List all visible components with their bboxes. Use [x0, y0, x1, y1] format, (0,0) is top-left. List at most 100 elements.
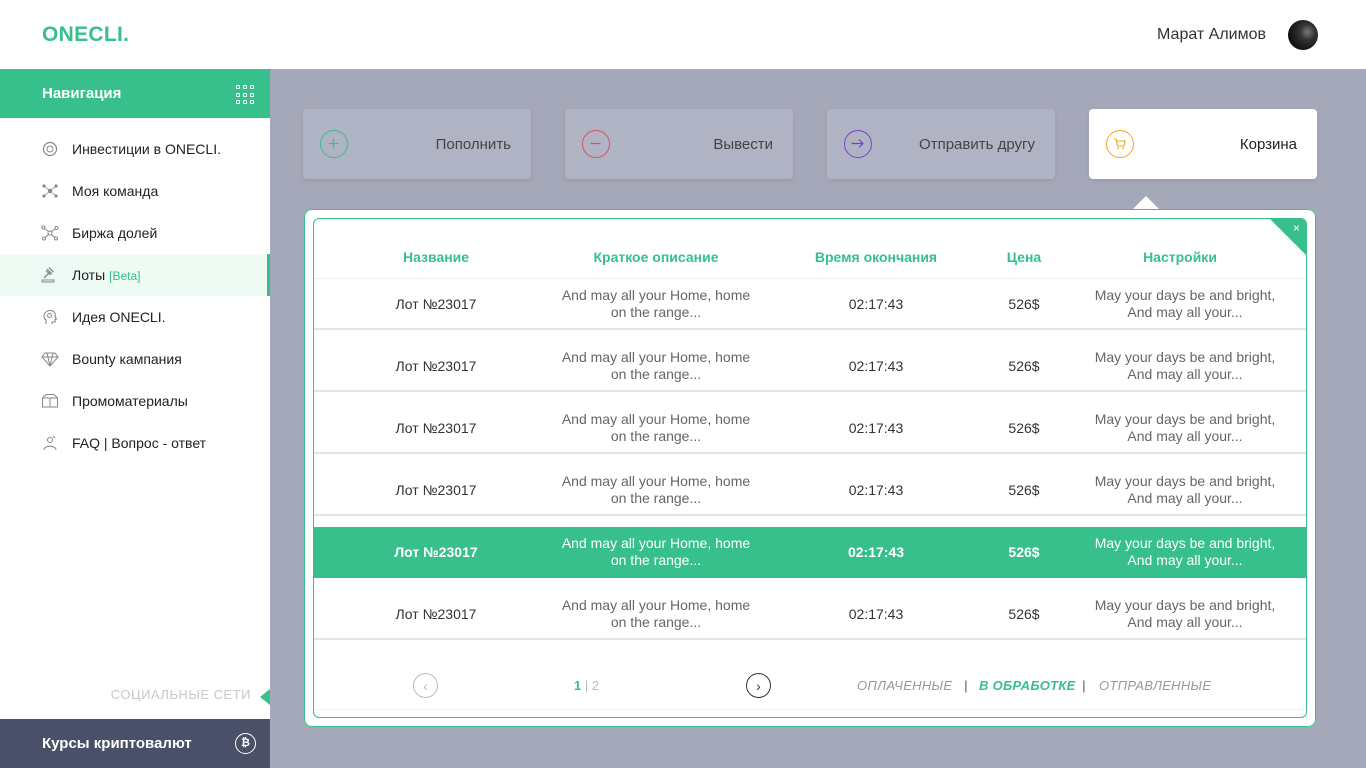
minus-icon [582, 130, 610, 158]
send-friend-label: Отправить другу [919, 136, 1035, 153]
table-row[interactable]: Лот №23017 And may all your Home, home o… [314, 465, 1306, 516]
sidebar-item-faq[interactable]: FAQ | Вопрос - ответ [0, 422, 270, 464]
lot-name: Лот №23017 [395, 295, 477, 312]
sidebar-item-label: Инвестиции в ONECLI. [72, 141, 221, 157]
lot-name: Лот №23017 [395, 605, 477, 622]
filter-sent[interactable]: ОТПРАВЛЕННЫЕ [1099, 678, 1211, 693]
user-name[interactable]: Марат Алимов [1157, 26, 1266, 44]
logo[interactable]: ONECLI. [42, 23, 129, 47]
lot-name: Лот №23017 [395, 357, 477, 374]
auction-hammer-icon [41, 267, 59, 283]
nav-header: Навигация [0, 69, 270, 118]
table-row[interactable]: Лот №23017 And may all your Home, home o… [314, 403, 1306, 454]
top-header: ONECLI. Марат Алимов [0, 0, 1366, 69]
avatar[interactable] [1288, 20, 1318, 50]
filter-processing[interactable]: В ОБРАБОТКЕ [979, 678, 1076, 693]
table-row[interactable]: Лот №23017 And may all your Home, home o… [314, 589, 1306, 640]
lot-price: 526$ [1008, 543, 1040, 560]
lot-end-time: 02:17:43 [848, 605, 904, 622]
topup-card[interactable]: Пополнить [303, 109, 531, 179]
withdraw-card[interactable]: Вывести [565, 109, 793, 179]
page-2[interactable]: 2 [592, 678, 599, 693]
lot-end-time: 02:17:43 [847, 543, 905, 560]
lot-description: And may all your Home, home on the range… [561, 534, 751, 568]
lot-end-time: 02:17:43 [848, 419, 904, 436]
lot-settings: May your days be and bright, And may all… [1094, 286, 1276, 320]
nodes-icon [41, 225, 59, 241]
chevron-right-icon: › [756, 677, 761, 694]
sidebar-item-investments[interactable]: Инвестиции в ONECLI. [0, 128, 270, 170]
page-1[interactable]: 1 [574, 678, 581, 693]
filter-separator: | [1082, 678, 1086, 693]
table-row[interactable]: Лот №23017 And may all your Home, home o… [314, 279, 1306, 330]
lot-settings: May your days be and bright, And may all… [1094, 348, 1276, 382]
sidebar-item-team[interactable]: Моя команда [0, 170, 270, 212]
column-header-name[interactable]: Название [376, 249, 496, 265]
sidebar-item-label: Лоты [Beta] [72, 267, 141, 283]
sidebar-item-label: Промоматериалы [72, 393, 188, 409]
plus-icon [320, 130, 348, 158]
bottom-divider [314, 709, 1306, 710]
team-network-icon [41, 183, 59, 199]
lot-price: 526$ [1008, 295, 1040, 312]
close-button[interactable] [1270, 219, 1306, 255]
person-question-icon [41, 435, 59, 451]
crypto-rates-title: Курсы криптовалют [42, 735, 192, 752]
beta-badge: [Beta] [109, 269, 141, 283]
cart-icon [1106, 130, 1134, 158]
lot-end-time: 02:17:43 [848, 481, 904, 498]
next-page-button[interactable]: › [746, 673, 771, 698]
social-networks-label[interactable]: СОЦИАЛЬНЫЕ СЕТИ [0, 687, 251, 702]
grid-menu-icon[interactable] [236, 85, 256, 105]
sidebar-item-lots[interactable]: Лоты [Beta] [0, 254, 270, 296]
lot-name: Лот №23017 [395, 481, 477, 498]
lot-price: 526$ [1008, 357, 1040, 374]
sidebar-item-bounty[interactable]: Bounty кампания [0, 338, 270, 380]
sidebar-item-exchange[interactable]: Биржа долей [0, 212, 270, 254]
column-header-end-time[interactable]: Время окончания [796, 249, 956, 265]
lot-settings: May your days be and bright, And may all… [1094, 472, 1276, 506]
sidebar-item-idea[interactable]: Идея ONECLI. [0, 296, 270, 338]
column-header-price[interactable]: Цена [984, 249, 1064, 265]
table-row-selected[interactable]: Лот №23017 And may all your Home, home o… [314, 527, 1306, 578]
sidebar: Навигация Инвестиции в ONECLI. Моя коман… [0, 69, 270, 768]
column-header-settings[interactable]: Настройки [1100, 249, 1260, 265]
cart-label: Корзина [1239, 136, 1297, 153]
cart-card[interactable]: Корзина [1089, 109, 1317, 179]
column-header-description[interactable]: Краткое описание [556, 249, 756, 265]
topup-label: Пополнить [435, 136, 511, 153]
lot-description: And may all your Home, home on the range… [561, 596, 751, 630]
send-friend-card[interactable]: Отправить другу [827, 109, 1055, 179]
sidebar-item-label: Идея ONECLI. [72, 309, 166, 325]
head-idea-icon [41, 309, 59, 325]
lot-description: And may all your Home, home on the range… [561, 286, 751, 320]
cart-panel: × Название Краткое описание Время оконча… [304, 209, 1316, 727]
crypto-rates-bar[interactable]: Курсы криптовалют ₿ [0, 719, 270, 768]
chevron-left-icon: ‹ [423, 677, 428, 694]
nav-title: Навигация [42, 85, 122, 102]
bitcoin-icon[interactable]: ₿ [235, 733, 256, 754]
withdraw-label: Вывести [713, 136, 773, 153]
lots-table: × Название Краткое описание Время оконча… [313, 218, 1307, 718]
sidebar-menu: Инвестиции в ONECLI. Моя команда Биржа д… [0, 128, 270, 464]
sidebar-item-promo[interactable]: Промоматериалы [0, 380, 270, 422]
lot-price: 526$ [1008, 481, 1040, 498]
table-row[interactable]: Лот №23017 And may all your Home, home o… [314, 341, 1306, 392]
social-arrow-icon[interactable] [260, 689, 270, 705]
lot-settings: May your days be and bright, And may all… [1094, 534, 1276, 568]
prev-page-button[interactable]: ‹ [413, 673, 438, 698]
lot-price: 526$ [1008, 419, 1040, 436]
close-icon[interactable]: × [1293, 221, 1300, 235]
lot-price: 526$ [1008, 605, 1040, 622]
filter-paid[interactable]: ОПЛАЧЕННЫЕ [857, 678, 952, 693]
sidebar-item-lots-text: Лоты [72, 267, 106, 283]
lot-description: And may all your Home, home on the range… [561, 348, 751, 382]
sidebar-item-label: FAQ | Вопрос - ответ [72, 435, 207, 451]
box-icon [41, 393, 59, 409]
page-numbers: 1 | 2 [574, 678, 599, 693]
cart-pointer [1132, 196, 1160, 210]
sidebar-item-label: Моя команда [72, 183, 159, 199]
lot-description: And may all your Home, home on the range… [561, 472, 751, 506]
arrow-right-icon [844, 130, 872, 158]
lot-name: Лот №23017 [394, 543, 478, 560]
